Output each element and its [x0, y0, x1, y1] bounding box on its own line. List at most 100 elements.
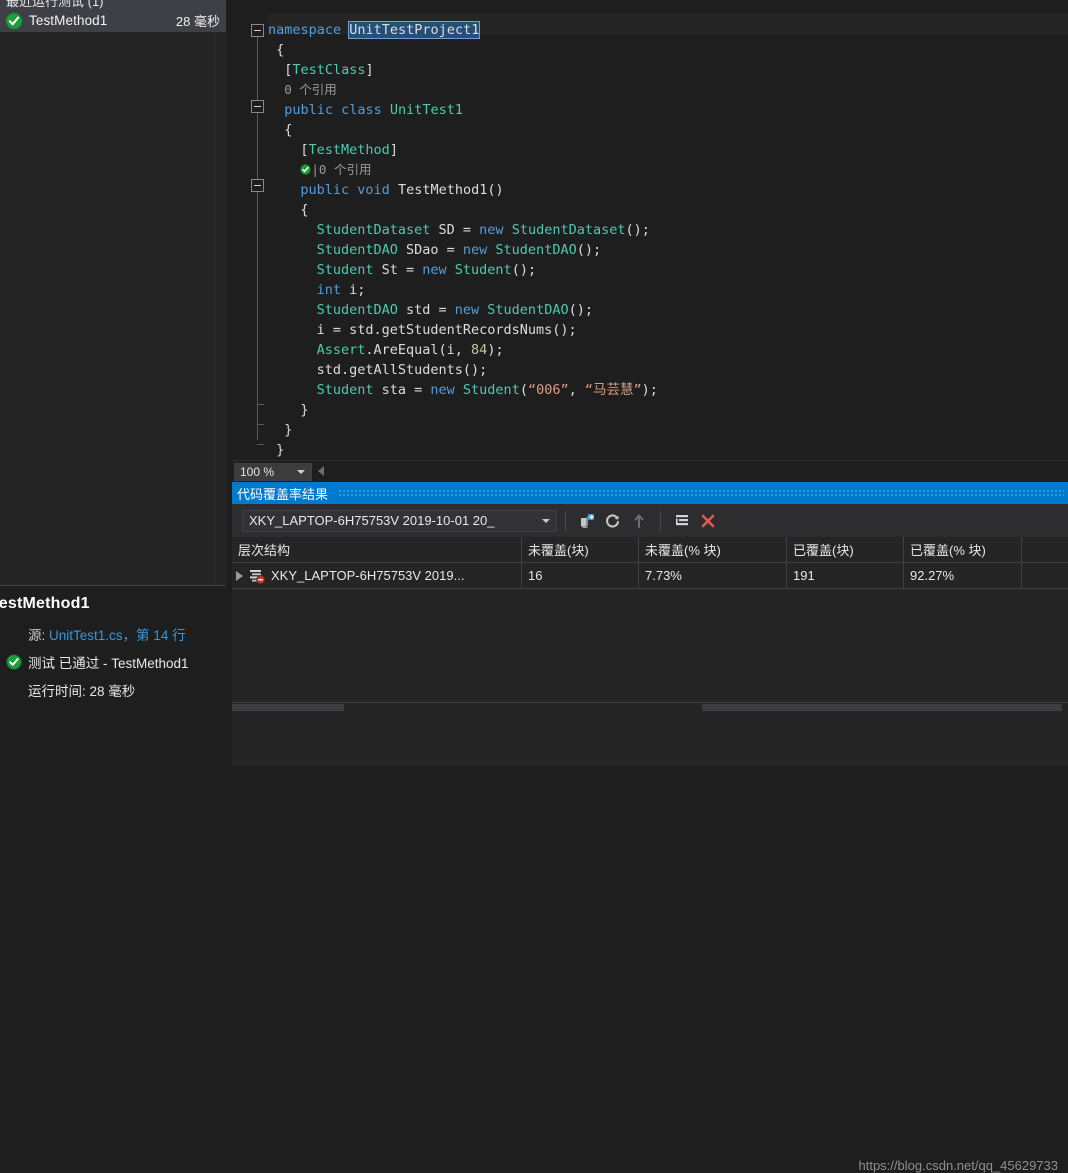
chevron-down-icon — [542, 518, 550, 523]
code-token: } — [284, 422, 293, 438]
cell-hierarchy-text: XKY_LAPTOP-6H75753V 2019... — [271, 568, 465, 583]
detail-test-title: TestMethod1 — [0, 595, 90, 612]
column-header-covered-blocks[interactable]: 已覆盖(块) — [787, 537, 904, 562]
column-header-extra[interactable] — [1022, 537, 1068, 562]
delete-icon[interactable] — [695, 509, 721, 533]
coverage-session-dropdown[interactable]: XKY_LAPTOP-6H75753V 2019-10-01 20_ — [242, 509, 557, 532]
code-token: ] — [365, 62, 374, 78]
fold-guide-line — [257, 30, 258, 440]
detail-source-row: 源: UnitTest1.cs，第 14 行 — [28, 624, 186, 644]
code-editor[interactable]: namespace UnitTestProject1{[TestClass] 0 … — [232, 0, 1068, 460]
code-token: Student — [454, 262, 512, 278]
column-header-covered-percent[interactable]: 已覆盖(% 块) — [904, 537, 1022, 562]
code-line: } — [268, 440, 1068, 460]
code-token: StudentDAO — [495, 242, 577, 258]
code-token: Student — [316, 262, 374, 278]
editor-fold-margin[interactable] — [232, 0, 268, 460]
code-text-area[interactable]: namespace UnitTestProject1{[TestClass] 0 … — [268, 20, 1068, 460]
detail-source-label: 源: — [28, 628, 46, 643]
code-token: “006” — [527, 382, 569, 398]
code-token: StudentDAO — [487, 302, 569, 318]
coverage-toolbar: XKY_LAPTOP-6H75753V 2019-10-01 20_ — [232, 504, 1068, 537]
code-token: void — [357, 182, 398, 198]
code-line: 0 个引用 — [268, 80, 1068, 100]
code-line: namespace UnitTestProject1 — [268, 20, 1068, 40]
selected-identifier: UnitTestProject1 — [348, 21, 481, 39]
show-parent-icon[interactable] — [626, 509, 652, 533]
code-token: ( — [519, 382, 528, 398]
scroll-thumb-right[interactable] — [702, 704, 1062, 711]
coverage-session-value: XKY_LAPTOP-6H75753V 2019-10-01 20_ — [249, 513, 495, 528]
code-token: SD = — [430, 222, 480, 238]
export-results-icon[interactable] — [574, 509, 600, 533]
detail-source-link[interactable]: UnitTest1.cs，第 14 行 — [49, 628, 186, 643]
code-token: { — [300, 202, 309, 218]
code-token: [ — [300, 142, 309, 158]
code-line: StudentDAO std = new StudentDAO(); — [268, 300, 1068, 320]
column-header-not-covered-blocks[interactable]: 未覆盖(块) — [522, 537, 639, 562]
cell-extra — [1022, 563, 1068, 588]
code-token: ); — [641, 382, 658, 398]
fold-toggle-namespace[interactable] — [251, 24, 264, 37]
code-token: TestClass — [292, 62, 366, 78]
code-lens-reference-count[interactable]: 0 个引用 — [284, 82, 337, 97]
code-token: { — [284, 122, 293, 138]
test-name-label: TestMethod1 — [29, 13, 108, 28]
code-token: ); — [487, 342, 504, 358]
code-token: new — [430, 382, 463, 398]
test-explorer-scrollbar[interactable] — [215, 32, 226, 585]
visual-studio-window: 最近运行测试 (1) TestMethod1 28 毫秒 TestMethod1… — [0, 0, 1068, 1173]
code-line: int i; — [268, 280, 1068, 300]
code-token: new — [479, 222, 512, 238]
fold-toggle-method[interactable] — [251, 179, 264, 192]
column-header-not-covered-percent[interactable]: 未覆盖(% 块) — [639, 537, 787, 562]
code-token: Student — [462, 382, 520, 398]
chevron-down-icon — [297, 470, 305, 474]
show-code-coverage-coloring-icon[interactable] — [669, 509, 695, 533]
test-duration-label: 28 毫秒 — [175, 14, 220, 29]
code-line: Student St = new Student(); — [268, 260, 1068, 280]
code-token: } — [276, 442, 285, 458]
code-token: namespace — [268, 22, 350, 38]
code-token: , — [568, 382, 585, 398]
code-line: std.getAllStudents(); — [268, 360, 1068, 380]
titlebar-drag-dots — [338, 488, 1064, 498]
detail-status-row: 测试 已通过 - TestMethod1 — [6, 652, 189, 672]
column-header-hierarchy[interactable]: 层次结构 — [232, 537, 522, 562]
test-explorer-list-body[interactable] — [0, 32, 226, 585]
horizontal-scroll-left-arrow[interactable] — [318, 466, 324, 476]
code-token: i; — [340, 282, 366, 298]
code-line: public void TestMethod1() — [268, 180, 1068, 200]
code-lens-reference-count[interactable]: 0 个引用 — [319, 162, 372, 177]
code-token: Assert — [316, 342, 366, 358]
toolbar-separator — [660, 510, 661, 531]
check-circle-icon — [6, 654, 22, 670]
code-line: StudentDataset SD = new StudentDataset()… — [268, 220, 1068, 240]
code-line: [TestMethod] — [268, 140, 1068, 160]
refresh-icon[interactable] — [600, 509, 626, 533]
table-row[interactable]: XKY_LAPTOP-6H75753V 2019... 16 7.73% 191… — [232, 563, 1068, 589]
code-line: { — [268, 40, 1068, 60]
editor-status-bar: 100 % — [232, 460, 1068, 483]
zoom-level-dropdown[interactable]: 100 % — [234, 463, 312, 481]
fold-end-namespace — [257, 444, 264, 445]
chevron-right-icon[interactable] — [236, 570, 243, 581]
fold-toggle-class[interactable] — [251, 100, 264, 113]
code-line: public class UnitTest1 — [268, 100, 1068, 120]
code-token: “马芸慧” — [584, 382, 642, 398]
code-token: ] — [389, 142, 398, 158]
code-token: sta = — [373, 382, 431, 398]
code-line: } — [268, 420, 1068, 440]
fold-end-method — [257, 404, 264, 405]
scroll-thumb-left[interactable] — [232, 704, 344, 711]
code-token: UnitTest1 — [389, 102, 464, 118]
code-token: new — [454, 302, 488, 318]
test-list-item-testmethod1[interactable]: TestMethod1 28 毫秒 — [0, 9, 226, 32]
coverage-results-grid[interactable]: 层次结构 未覆盖(块) 未覆盖(% 块) 已覆盖(块) 已覆盖(% 块) XKY… — [232, 537, 1068, 766]
code-token: int — [316, 282, 341, 298]
watermark-text: https://blog.csdn.net/qq_45629733 — [858, 1158, 1059, 1173]
code-token: i = std.getStudentRecordsNums(); — [316, 322, 577, 338]
code-token: StudentDataset — [511, 222, 626, 238]
code-token: std.getAllStudents(); — [316, 362, 488, 378]
cell-hierarchy[interactable]: XKY_LAPTOP-6H75753V 2019... — [232, 563, 522, 588]
